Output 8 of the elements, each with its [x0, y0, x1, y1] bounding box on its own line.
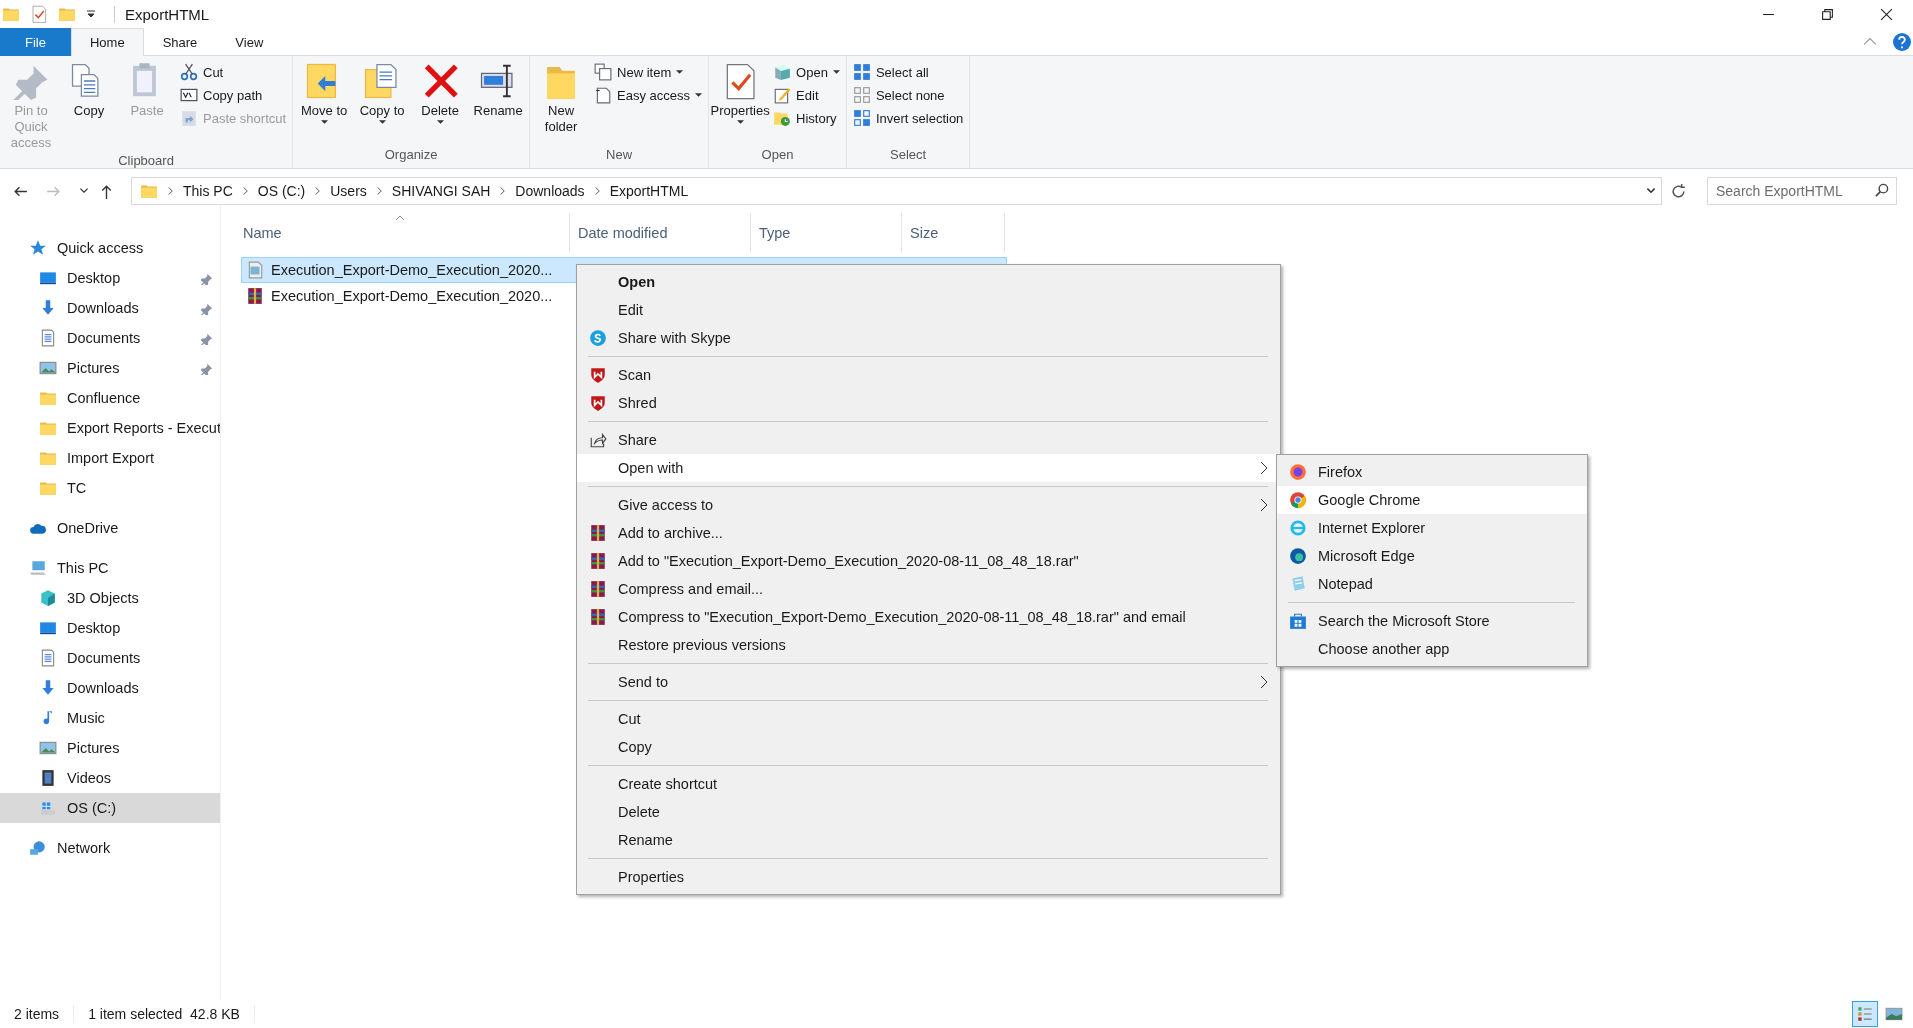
group-label: Organize: [383, 147, 439, 164]
group-label: Open: [760, 147, 795, 164]
group-label: Clipboard: [117, 153, 175, 170]
window-title: ExportHTML: [114, 5, 210, 23]
item-count: 2 items: [14, 1006, 61, 1022]
group-label: Select: [889, 147, 928, 164]
group-label: New: [605, 147, 634, 164]
selection-info: 1 item selected 42.8 KB: [87, 1006, 241, 1022]
